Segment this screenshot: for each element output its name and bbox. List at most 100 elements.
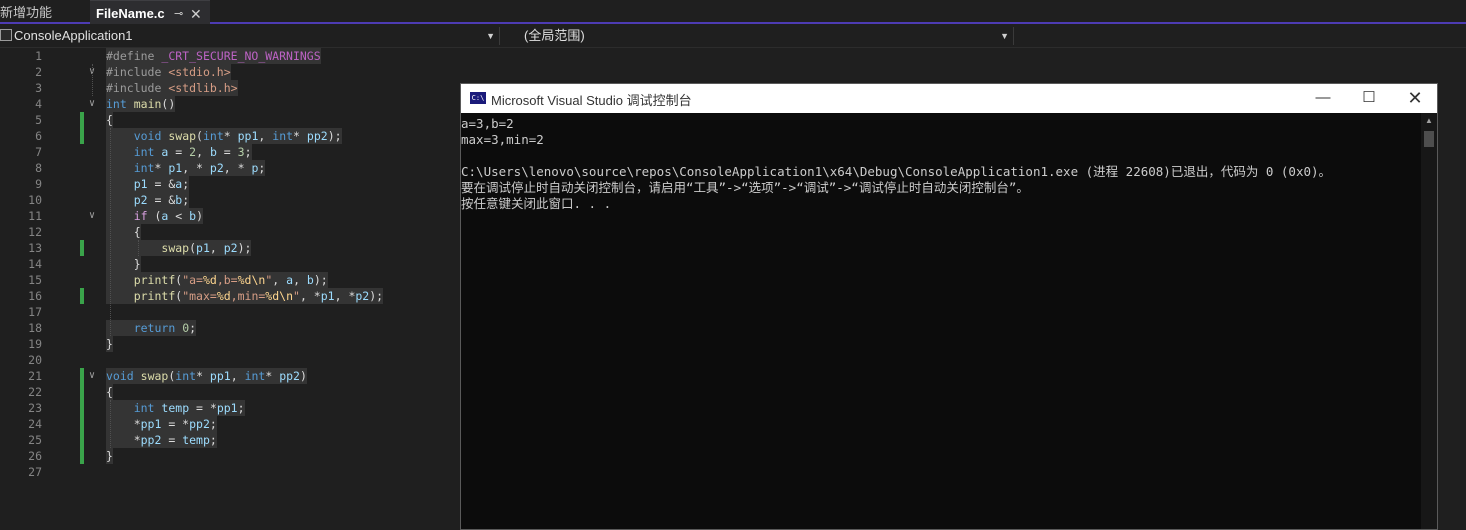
code-text: #include <stdlib.h> — [106, 80, 238, 96]
change-indicator — [80, 384, 84, 400]
indent-guide — [138, 240, 139, 256]
scope-dropdown[interactable]: (全局范围) ▼ — [518, 27, 1014, 45]
code-line[interactable]: 5{ — [0, 112, 460, 128]
fold-chevron-icon[interactable]: ∨ — [86, 208, 98, 224]
code-text: int a = 2, b = 3; — [106, 144, 252, 160]
line-number: 23 — [28, 401, 42, 415]
code-line[interactable]: 12 { — [0, 224, 460, 240]
change-indicator — [80, 240, 84, 256]
code-text: #define _CRT_SECURE_NO_WARNINGS — [106, 48, 321, 64]
code-line[interactable]: 18 return 0; — [0, 320, 460, 336]
document-tab-strip: 新增功能 FileName.c ⊸ ✕ — [0, 0, 1466, 24]
console-output[interactable]: a=3,b=2 max=3,min=2 C:\Users\lenovo\sour… — [461, 113, 1421, 529]
code-line[interactable]: 20 — [0, 352, 460, 368]
line-number: 16 — [28, 289, 42, 303]
code-line[interactable]: 27 — [0, 464, 460, 480]
change-indicator — [80, 432, 84, 448]
code-line[interactable]: 15 printf("a=%d,b=%d\n", a, b); — [0, 272, 460, 288]
code-line[interactable]: 22 { — [0, 384, 460, 400]
line-number: 14 — [28, 257, 42, 271]
code-text: printf("a=%d,b=%d\n", a, b); — [106, 272, 328, 288]
line-number: 22 — [28, 385, 42, 399]
project-name: ConsoleApplication1 — [14, 28, 133, 43]
tab-filename-c[interactable]: FileName.c ⊸ ✕ — [90, 0, 210, 24]
line-number: 27 — [28, 465, 42, 479]
close-button[interactable]: ✕ — [1393, 87, 1437, 109]
console-line: max=3,min=2 — [461, 132, 544, 147]
line-number: 6 — [35, 129, 42, 143]
line-number: 7 — [35, 145, 42, 159]
code-text: return 0; — [106, 320, 197, 336]
code-editor[interactable]: 1 #define _CRT_SECURE_NO_WARNINGS 2 ∨ #inclu… — [0, 48, 460, 530]
code-line[interactable]: 9 p1 = &a; — [0, 176, 460, 192]
code-text: { — [106, 112, 113, 128]
code-text: #include <stdio.h> — [106, 64, 231, 80]
line-number: 25 — [28, 433, 42, 447]
code-text: { — [106, 384, 113, 400]
change-indicator — [80, 128, 84, 144]
code-line[interactable]: 21 ∨ void swap(int* pp1, int* pp2) — [0, 368, 460, 384]
line-number: 26 — [28, 449, 42, 463]
line-number: 21 — [28, 369, 42, 383]
fold-chevron-icon[interactable]: ∨ — [86, 368, 98, 384]
scope-label: (全局范围) — [524, 28, 585, 43]
line-number: 18 — [28, 321, 42, 335]
line-number: 1 — [35, 49, 42, 63]
code-line[interactable]: 3 #include <stdlib.h> — [0, 80, 460, 96]
code-line[interactable]: 11 ∨ if (a < b) — [0, 208, 460, 224]
code-line[interactable]: 6 void swap(int* pp1, int* pp2); — [0, 128, 460, 144]
line-number: 12 — [28, 225, 42, 239]
change-indicator — [80, 288, 84, 304]
code-line[interactable]: 26} — [0, 448, 460, 464]
tab-whats-new[interactable]: 新增功能 — [0, 0, 87, 24]
scroll-up-icon[interactable]: ▲ — [1421, 113, 1437, 129]
console-line: C:\Users\lenovo\source\repos\ConsoleAppl… — [461, 164, 1332, 179]
console-title: Microsoft Visual Studio 调试控制台 — [491, 93, 692, 108]
code-line[interactable]: 7 int a = 2, b = 3; — [0, 144, 460, 160]
project-dropdown[interactable]: ConsoleApplication1 ▼ — [0, 27, 500, 45]
code-line[interactable]: 10 p2 = &b; — [0, 192, 460, 208]
console-line: a=3,b=2 — [461, 116, 514, 131]
chevron-down-icon[interactable]: ▼ — [486, 27, 495, 45]
line-number: 2 — [35, 65, 42, 79]
code-text: *pp2 = temp; — [106, 432, 217, 448]
code-line[interactable]: 13 swap(p1, p2); — [0, 240, 460, 256]
console-scrollbar[interactable]: ▲ — [1421, 113, 1437, 529]
tab-label: FileName.c — [96, 6, 165, 21]
line-number: 15 — [28, 273, 42, 287]
code-text: } — [106, 256, 141, 272]
tab-label: 新增功能 — [0, 5, 53, 20]
line-number: 19 — [28, 337, 42, 351]
indent-guide — [110, 400, 111, 448]
indent-guide — [92, 64, 93, 96]
code-line[interactable]: 2 ∨ #include <stdio.h> — [0, 64, 460, 80]
minimize-button[interactable]: — — [1301, 87, 1345, 109]
code-line[interactable]: 16 printf("max=%d,min=%d\n", *p1, *p2); — [0, 288, 460, 304]
line-number: 3 — [35, 81, 42, 95]
code-line[interactable]: 23 int temp = *pp1; — [0, 400, 460, 416]
code-line[interactable]: 14 } — [0, 256, 460, 272]
debug-console-window[interactable]: C:\ Microsoft Visual Studio 调试控制台 — ☐ ✕ … — [460, 83, 1438, 530]
navigation-bar: ConsoleApplication1 ▼ (全局范围) ▼ — [0, 24, 1466, 48]
fold-chevron-icon[interactable]: ∨ — [86, 96, 98, 112]
code-line[interactable]: 4 ∨ int main() — [0, 96, 460, 112]
change-indicator — [80, 400, 84, 416]
console-title-bar[interactable]: C:\ Microsoft Visual Studio 调试控制台 — ☐ ✕ — [461, 84, 1437, 113]
code-line[interactable]: 8 int* p1, * p2, * p; — [0, 160, 460, 176]
console-line: 按任意键关闭此窗口. . . — [461, 196, 612, 211]
line-number: 4 — [35, 97, 42, 111]
code-text: int* p1, * p2, * p; — [106, 160, 266, 176]
code-line[interactable]: 25 *pp2 = temp; — [0, 432, 460, 448]
code-text: } — [106, 336, 113, 352]
code-line[interactable]: 17 — [0, 304, 460, 320]
project-icon — [0, 29, 12, 41]
code-line[interactable]: 24 *pp1 = *pp2; — [0, 416, 460, 432]
chevron-down-icon[interactable]: ▼ — [1000, 27, 1009, 45]
code-line[interactable]: 19} — [0, 336, 460, 352]
code-line[interactable]: 1 #define _CRT_SECURE_NO_WARNINGS — [0, 48, 460, 64]
change-indicator — [80, 112, 84, 128]
line-number: 11 — [28, 209, 42, 223]
maximize-button[interactable]: ☐ — [1347, 87, 1391, 109]
scroll-thumb[interactable] — [1424, 131, 1434, 147]
line-number: 9 — [35, 177, 42, 191]
